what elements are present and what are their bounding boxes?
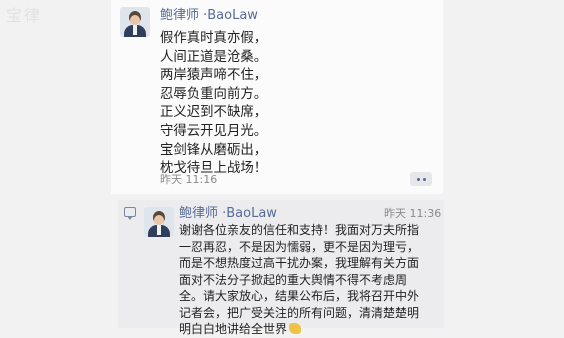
watermark: 宝律 [6, 6, 43, 25]
comment-line: 明白白地讲给全世界 [179, 322, 288, 336]
post-line: 守得云开见月光。 [160, 123, 268, 139]
comment-line: 而是不想热度过高干扰办案，我理解有关方面 [179, 256, 420, 270]
post-line: 两岸猿声啼不住， [160, 68, 268, 84]
comment-line: 全。请大家放心，结果公布后，我将召开中外 [179, 289, 420, 303]
post-line: 忍辱负重向前方。 [160, 86, 268, 102]
clapping-hands-icon [289, 323, 302, 334]
author-avatar[interactable] [120, 7, 150, 37]
comment-text: 谢谢各位亲友的信任和支持！我面对万夫所指 一忍再忍，不是因为懦弱，更不是因为理亏… [179, 222, 441, 338]
comment-line: 面对不法分子掀起的重大舆情不得不考虑周 [179, 272, 408, 287]
comment-line-last: 明白白地讲给全世界 [179, 321, 441, 338]
comment-icon [124, 207, 136, 220]
comment-line: 记者会，把广受关注的所有问题，清清楚楚明 [179, 305, 420, 320]
comment-avatar[interactable] [144, 207, 174, 237]
author-name[interactable]: 鲍律师 ·BaoLaw [160, 8, 258, 24]
comment-author[interactable]: 鲍律师 ·BaoLaw [179, 206, 277, 222]
comment-line: 谢谢各位亲友的信任和支持！我面对万夫所指 [179, 223, 420, 237]
post-line: 人间正道是沧桑。 [160, 49, 268, 65]
post-line: 宝剑锋从磨砺出， [160, 142, 268, 158]
post-text: 假作真时真亦假， 人间正道是沧桑。 两岸猿声啼不住， 忍辱负重向前方。 正义迟到… [160, 30, 330, 179]
post-line: 正义迟到不缺席， [160, 105, 268, 121]
comment-line: 一忍再忍，不是因为懦弱，更不是因为理亏， [179, 239, 420, 254]
more-dots-icon[interactable] [410, 172, 432, 186]
post-line: 假作真时真亦假， [160, 31, 268, 46]
comment-time: 昨天 11:36 [384, 207, 442, 220]
post-time: 昨天 11:16 [160, 173, 218, 186]
